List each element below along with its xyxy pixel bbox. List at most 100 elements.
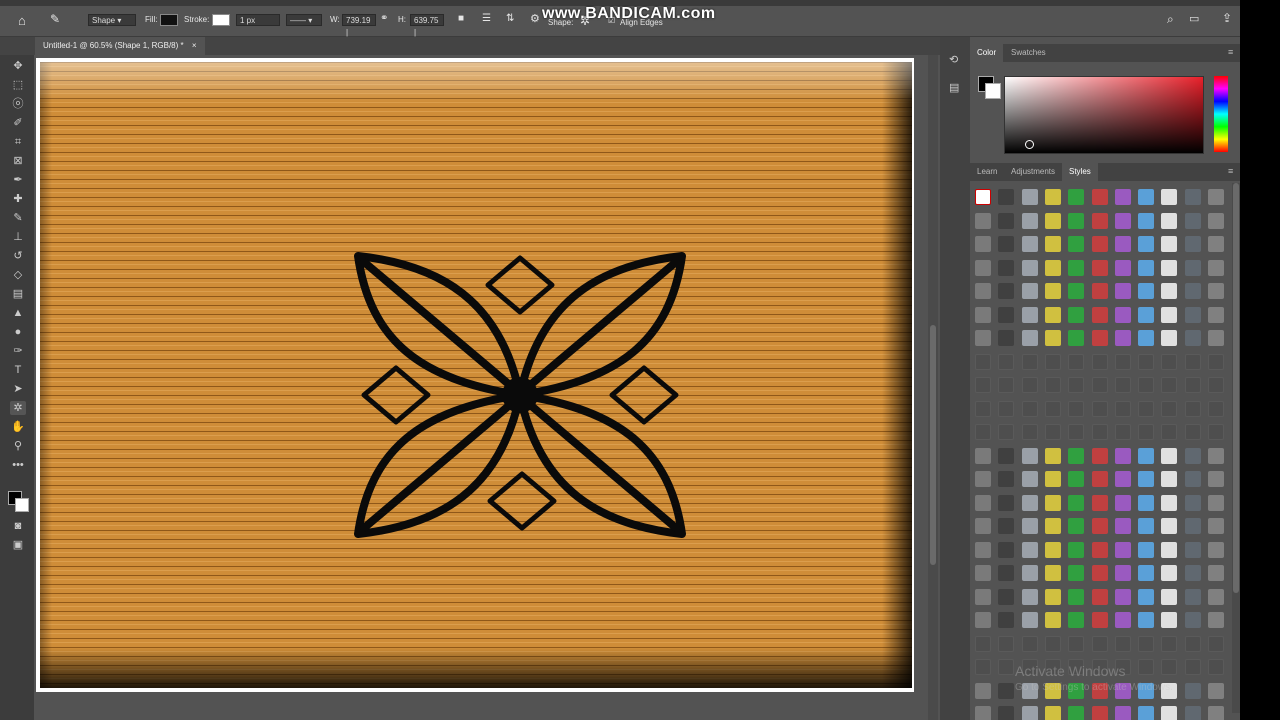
style-preset-thumbnail[interactable] <box>975 283 991 299</box>
frame-tool-icon[interactable]: ⊠ <box>10 154 26 168</box>
style-preset-thumbnail[interactable] <box>998 189 1015 205</box>
style-preset-thumbnail[interactable] <box>1161 259 1178 276</box>
style-preset-thumbnail[interactable] <box>1161 330 1178 346</box>
path-alignment-icon[interactable]: ☰ <box>482 13 491 24</box>
eyedropper-tool-icon[interactable]: ✒ <box>10 173 26 187</box>
style-preset-thumbnail[interactable] <box>1161 706 1178 720</box>
style-preset-thumbnail[interactable] <box>1161 353 1178 370</box>
style-preset-thumbnail[interactable] <box>1208 588 1224 605</box>
style-preset-thumbnail[interactable] <box>1184 471 1201 487</box>
width-field[interactable]: 739.19 | <box>342 14 376 37</box>
style-preset-thumbnail[interactable] <box>1044 236 1061 252</box>
gradient-tool-icon[interactable]: ▤ <box>10 287 26 301</box>
style-preset-thumbnail[interactable] <box>1114 494 1131 511</box>
style-preset-thumbnail[interactable] <box>1021 330 1038 346</box>
style-preset-thumbnail[interactable] <box>1091 259 1108 276</box>
style-preset-thumbnail[interactable] <box>1114 400 1131 417</box>
gear-icon[interactable]: ⚙ <box>530 12 540 25</box>
style-preset-thumbnail[interactable] <box>1044 424 1061 440</box>
style-preset-thumbnail[interactable] <box>975 447 991 464</box>
style-preset-thumbnail[interactable] <box>1138 494 1155 511</box>
style-preset-thumbnail[interactable] <box>1068 518 1085 534</box>
document-tab[interactable]: Untitled-1 @ 60.5% (Shape 1, RGB/8) * × <box>35 37 205 55</box>
style-preset-thumbnail[interactable] <box>998 494 1015 511</box>
style-preset-thumbnail[interactable] <box>998 659 1015 675</box>
history-panel-icon[interactable]: ⟲ <box>949 53 958 66</box>
style-preset-thumbnail[interactable] <box>1161 400 1178 417</box>
quick-select-tool-icon[interactable]: ✐ <box>10 116 26 130</box>
panel-menu-icon[interactable]: ≡ <box>1228 47 1233 57</box>
style-preset-thumbnail[interactable] <box>1161 236 1178 252</box>
style-preset-thumbnail[interactable] <box>1138 259 1155 276</box>
style-preset-thumbnail[interactable] <box>1044 212 1061 229</box>
flower-shape[interactable] <box>340 240 700 550</box>
style-preset-thumbnail[interactable] <box>1184 400 1201 417</box>
style-preset-thumbnail[interactable] <box>1208 682 1224 699</box>
style-preset-thumbnail[interactable] <box>1184 189 1201 205</box>
hand-tool-icon[interactable]: ✋ <box>10 420 26 434</box>
style-preset-thumbnail[interactable] <box>1138 330 1155 346</box>
style-preset-thumbnail[interactable] <box>1091 635 1108 652</box>
style-preset-thumbnail[interactable] <box>1021 518 1038 534</box>
style-preset-thumbnail[interactable] <box>1021 283 1038 299</box>
style-preset-thumbnail[interactable] <box>975 306 991 323</box>
style-preset-thumbnail[interactable] <box>1208 612 1224 628</box>
style-preset-thumbnail[interactable] <box>1068 588 1085 605</box>
style-preset-thumbnail[interactable] <box>1091 377 1108 393</box>
style-preset-thumbnail[interactable] <box>975 706 991 720</box>
style-preset-thumbnail[interactable] <box>1184 259 1201 276</box>
style-preset-thumbnail[interactable] <box>998 518 1015 534</box>
style-preset-thumbnail[interactable] <box>1138 518 1155 534</box>
style-preset-thumbnail[interactable] <box>1138 306 1155 323</box>
share-icon[interactable]: ⇪ <box>1222 11 1232 25</box>
canvas-vertical-scrollbar[interactable] <box>928 55 938 720</box>
color-picker-cursor[interactable] <box>1025 140 1034 149</box>
style-preset-thumbnail[interactable] <box>1114 588 1131 605</box>
history-brush-tool-icon[interactable]: ↺ <box>10 249 26 263</box>
style-preset-thumbnail[interactable] <box>975 494 991 511</box>
style-preset-thumbnail[interactable] <box>1138 565 1155 581</box>
style-preset-thumbnail[interactable] <box>1091 330 1108 346</box>
style-preset-thumbnail[interactable] <box>975 377 991 393</box>
style-preset-thumbnail[interactable] <box>1044 330 1061 346</box>
style-preset-thumbnail[interactable] <box>998 541 1015 558</box>
style-preset-thumbnail[interactable] <box>998 635 1015 652</box>
style-preset-thumbnail[interactable] <box>1091 471 1108 487</box>
style-preset-thumbnail[interactable] <box>1044 306 1061 323</box>
screen-mode-icon[interactable]: ▣ <box>10 538 26 552</box>
more-tools-icon[interactable]: ••• <box>10 458 26 472</box>
style-preset-thumbnail[interactable] <box>1208 400 1224 417</box>
style-preset-thumbnail[interactable] <box>1161 635 1178 652</box>
style-preset-thumbnail[interactable] <box>998 259 1015 276</box>
custom-shape-tool-icon[interactable]: ✲ <box>10 401 26 415</box>
style-preset-thumbnail[interactable] <box>1021 471 1038 487</box>
style-preset-thumbnail[interactable] <box>975 541 991 558</box>
style-preset-thumbnail[interactable] <box>1021 447 1038 464</box>
style-preset-thumbnail[interactable] <box>998 236 1015 252</box>
tab-swatches[interactable]: Swatches <box>1004 44 1053 62</box>
panel-menu-icon[interactable]: ≡ <box>1228 166 1233 176</box>
style-preset-thumbnail[interactable] <box>1184 330 1201 346</box>
style-preset-thumbnail[interactable] <box>1114 706 1131 720</box>
style-preset-thumbnail[interactable] <box>1044 494 1061 511</box>
properties-panel-icon[interactable]: ▤ <box>949 81 959 94</box>
style-preset-thumbnail[interactable] <box>1138 471 1155 487</box>
style-preset-thumbnail[interactable] <box>975 259 991 276</box>
close-icon[interactable]: × <box>192 41 197 50</box>
style-preset-thumbnail[interactable] <box>998 447 1015 464</box>
style-preset-thumbnail[interactable] <box>1208 471 1224 487</box>
style-preset-thumbnail[interactable] <box>1021 259 1038 276</box>
style-preset-thumbnail[interactable] <box>1138 377 1155 393</box>
tab-adjustments[interactable]: Adjustments <box>1004 163 1062 181</box>
style-preset-thumbnail[interactable] <box>1184 494 1201 511</box>
link-icon[interactable]: ⚭ <box>380 13 388 24</box>
style-preset-thumbnail[interactable] <box>1208 353 1224 370</box>
color-fg-bg-swatches[interactable] <box>978 76 1001 99</box>
style-preset-thumbnail[interactable] <box>975 612 991 628</box>
style-preset-thumbnail[interactable] <box>1114 518 1131 534</box>
style-preset-thumbnail[interactable] <box>1161 424 1178 440</box>
path-arrangement-icon[interactable]: ⇅ <box>506 13 514 24</box>
style-preset-thumbnail[interactable] <box>1068 471 1085 487</box>
style-preset-thumbnail[interactable] <box>975 236 991 252</box>
style-preset-thumbnail[interactable] <box>1114 212 1131 229</box>
